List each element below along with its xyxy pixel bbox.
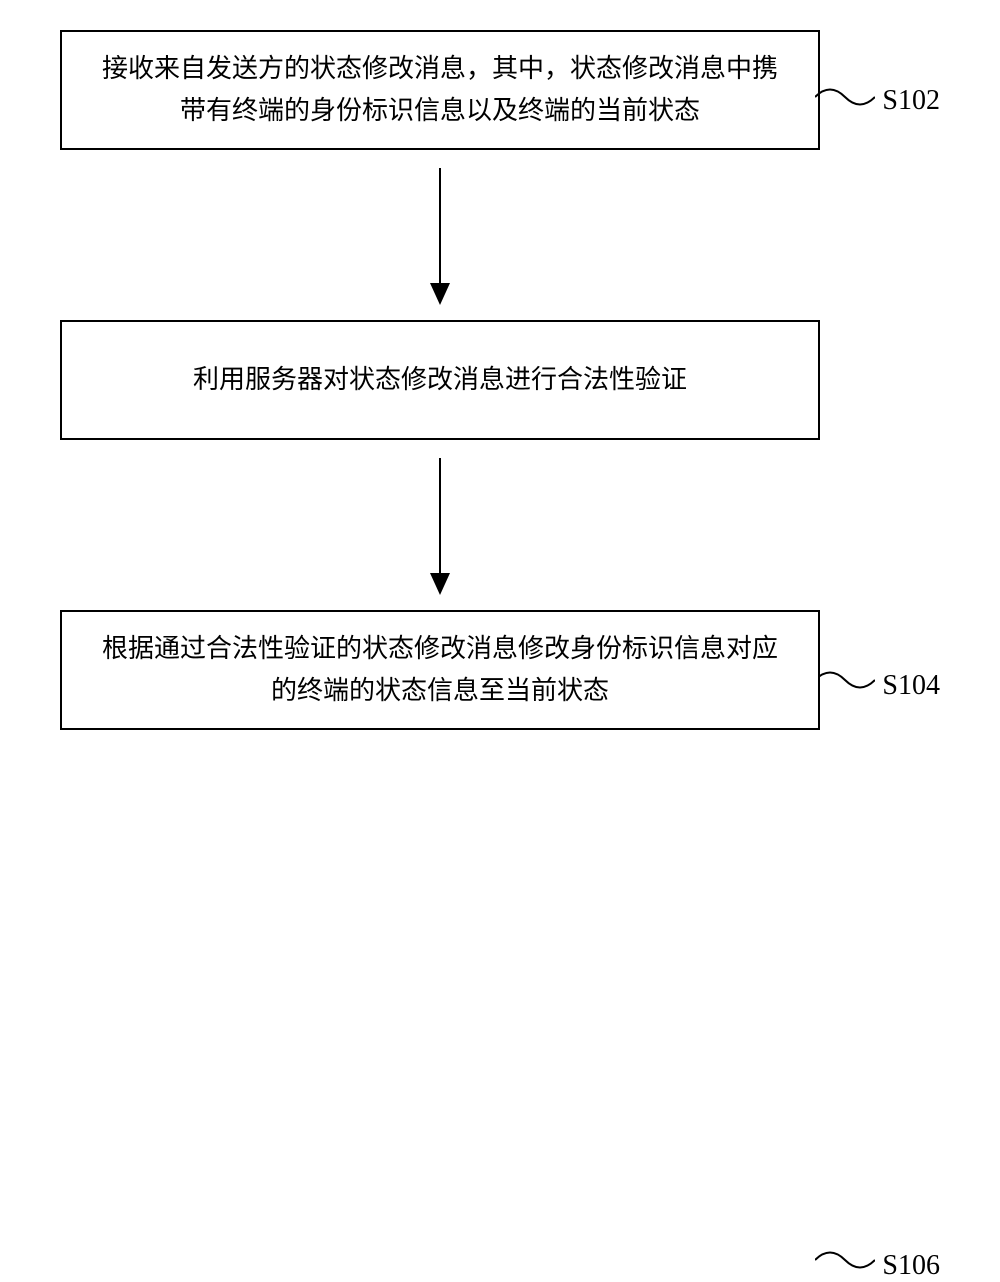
arrow-head-1 xyxy=(430,283,450,305)
flowchart-diagram: 接收来自发送方的状态修改消息，其中，状态修改消息中携带有终端的身份标识信息以及终… xyxy=(60,30,940,730)
connector-curve-3 xyxy=(815,1245,875,1275)
step-label-1: S102 xyxy=(882,85,940,117)
arrow-1 xyxy=(60,150,820,320)
step-label-3: S106 xyxy=(882,1250,940,1282)
process-text-3: 根据通过合法性验证的状态修改消息修改身份标识信息对应的终端的状态信息至当前状态 xyxy=(92,628,788,711)
step-row-2: 利用服务器对状态修改消息进行合法性验证 S104 xyxy=(60,320,940,440)
arrow-head-2 xyxy=(430,573,450,595)
connector-curve-1 xyxy=(815,82,875,112)
step-row-3: 根据通过合法性验证的状态修改消息修改身份标识信息对应的终端的状态信息至当前状态 … xyxy=(60,610,940,730)
arrow-line-1 xyxy=(439,168,441,303)
arrow-2 xyxy=(60,440,820,610)
process-box-1: 接收来自发送方的状态修改消息，其中，状态修改消息中携带有终端的身份标识信息以及终… xyxy=(60,30,820,150)
process-text-1: 接收来自发送方的状态修改消息，其中，状态修改消息中携带有终端的身份标识信息以及终… xyxy=(92,48,788,131)
step-row-1: 接收来自发送方的状态修改消息，其中，状态修改消息中携带有终端的身份标识信息以及终… xyxy=(60,30,940,150)
arrow-line-2 xyxy=(439,458,441,593)
process-box-2: 利用服务器对状态修改消息进行合法性验证 xyxy=(60,320,820,440)
process-box-3: 根据通过合法性验证的状态修改消息修改身份标识信息对应的终端的状态信息至当前状态 xyxy=(60,610,820,730)
process-text-2: 利用服务器对状态修改消息进行合法性验证 xyxy=(193,359,687,401)
